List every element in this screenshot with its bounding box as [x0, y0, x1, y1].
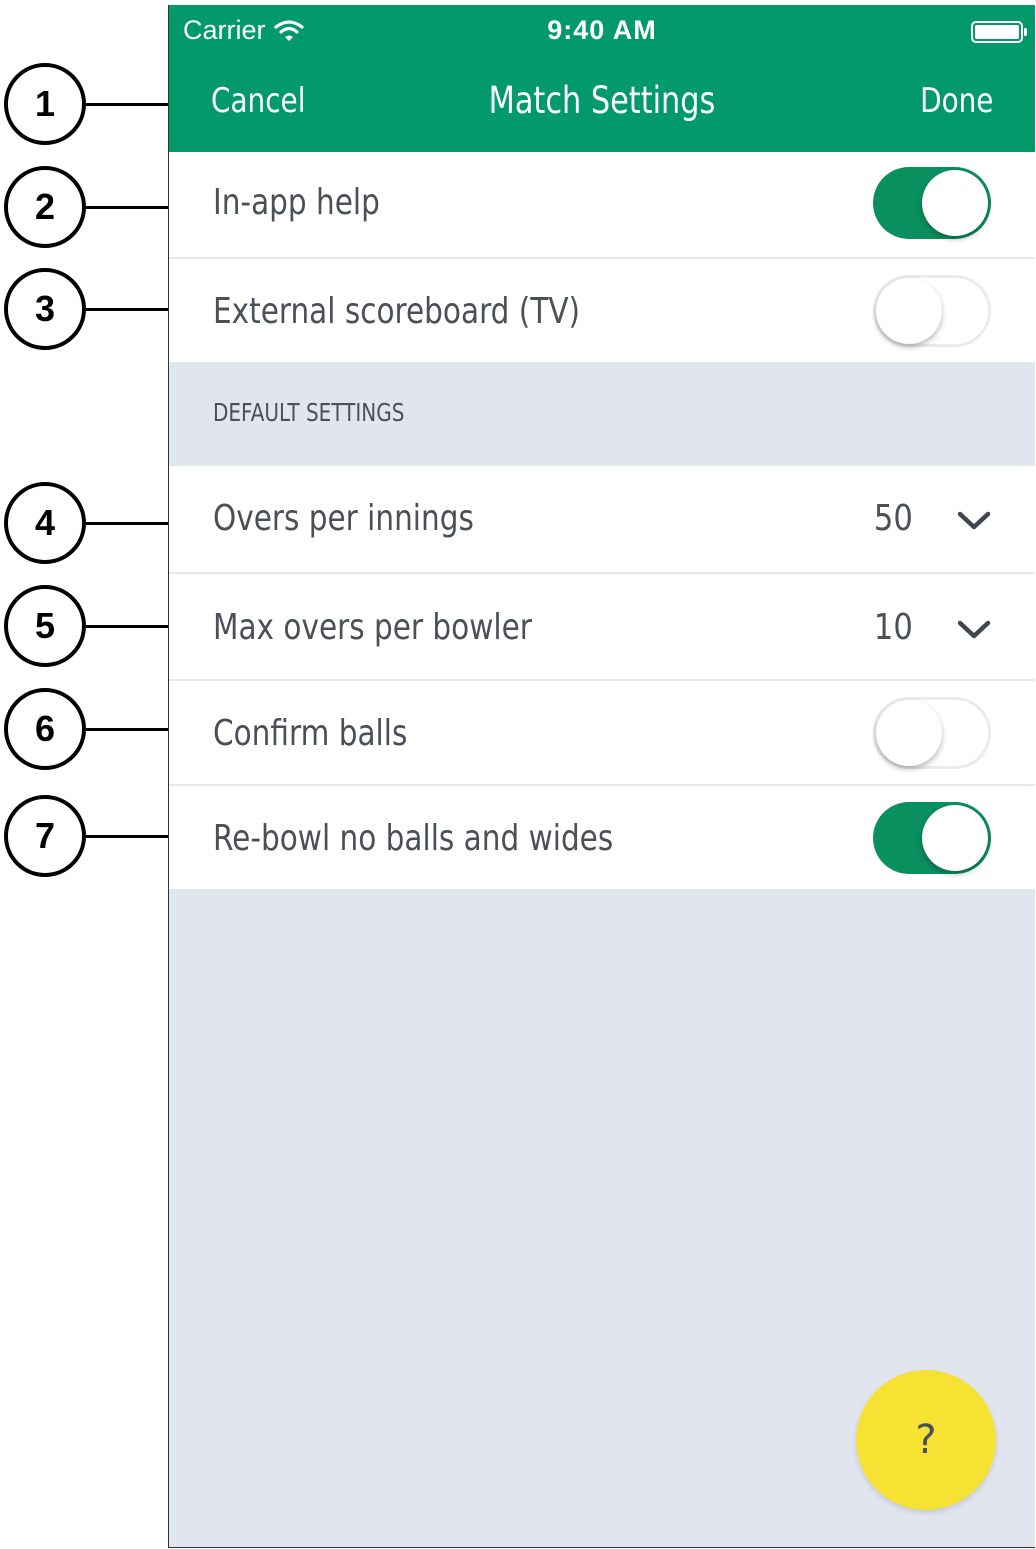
rebowl-row[interactable]: Re-bowl no balls and wides [169, 784, 1035, 889]
confirm-balls-label: Confirm balls [213, 713, 408, 754]
confirm-balls-row[interactable]: Confirm balls [169, 679, 1035, 784]
toggle-knob [876, 700, 942, 766]
in-app-help-toggle[interactable] [873, 167, 991, 239]
section-header: DEFAULT SETTINGS [169, 362, 1035, 466]
external-scoreboard-row[interactable]: External scoreboard (TV) [169, 257, 1035, 362]
confirm-balls-toggle[interactable] [873, 697, 991, 769]
in-app-help-label: In-app help [213, 182, 380, 223]
external-scoreboard-label: External scoreboard (TV) [213, 291, 581, 332]
callout-leader [86, 308, 168, 311]
callout-1: 1 [4, 63, 86, 145]
in-app-help-row[interactable]: In-app help [169, 152, 1035, 257]
top-bar: Carrier 9:40 AM Cancel Match Settings Do… [169, 5, 1035, 152]
max-overs-per-bowler-row[interactable]: Max overs per bowler 10 [169, 572, 1035, 679]
callout-leader [86, 522, 168, 525]
overs-per-innings-row[interactable]: Overs per innings 50 [169, 466, 1035, 572]
external-scoreboard-toggle[interactable] [873, 275, 991, 347]
callout-3: 3 [4, 268, 86, 350]
rebowl-toggle[interactable] [873, 802, 991, 874]
rebowl-label: Re-bowl no balls and wides [213, 818, 614, 859]
status-time: 9:40 AM [547, 15, 657, 45]
status-bar: Carrier 9:40 AM [169, 11, 1035, 51]
battery-icon [971, 21, 1027, 43]
callout-leader [86, 625, 168, 628]
max-overs-per-bowler-label: Max overs per bowler [213, 607, 532, 648]
callout-leader [86, 103, 168, 106]
toggle-knob [922, 805, 988, 871]
help-button[interactable]: ? [856, 1370, 996, 1510]
chevron-down-icon[interactable] [957, 619, 991, 641]
callout-leader [86, 728, 168, 731]
annotated-screenshot: 1 2 3 4 5 6 7 Carrier 9:40 AM Cancel Mat… [0, 0, 1036, 1549]
phone-screen: Carrier 9:40 AM Cancel Match Settings Do… [168, 5, 1035, 1548]
callout-6: 6 [4, 688, 86, 770]
callout-leader [86, 206, 168, 209]
toggle-knob [876, 278, 942, 344]
chevron-down-icon[interactable] [957, 510, 991, 532]
callout-leader [86, 835, 168, 838]
done-button[interactable]: Done [920, 81, 993, 121]
toggle-knob [922, 170, 988, 236]
page-title: Match Settings [488, 79, 716, 122]
max-overs-per-bowler-value: 10 [874, 607, 913, 648]
callout-5: 5 [4, 585, 86, 667]
callout-7: 7 [4, 795, 86, 877]
section-header-label: DEFAULT SETTINGS [213, 398, 405, 427]
overs-per-innings-label: Overs per innings [213, 498, 474, 539]
overs-per-innings-value: 50 [874, 498, 913, 539]
callout-4: 4 [4, 482, 86, 564]
callout-2: 2 [4, 166, 86, 248]
navigation-bar: Cancel Match Settings Done [169, 67, 1035, 143]
